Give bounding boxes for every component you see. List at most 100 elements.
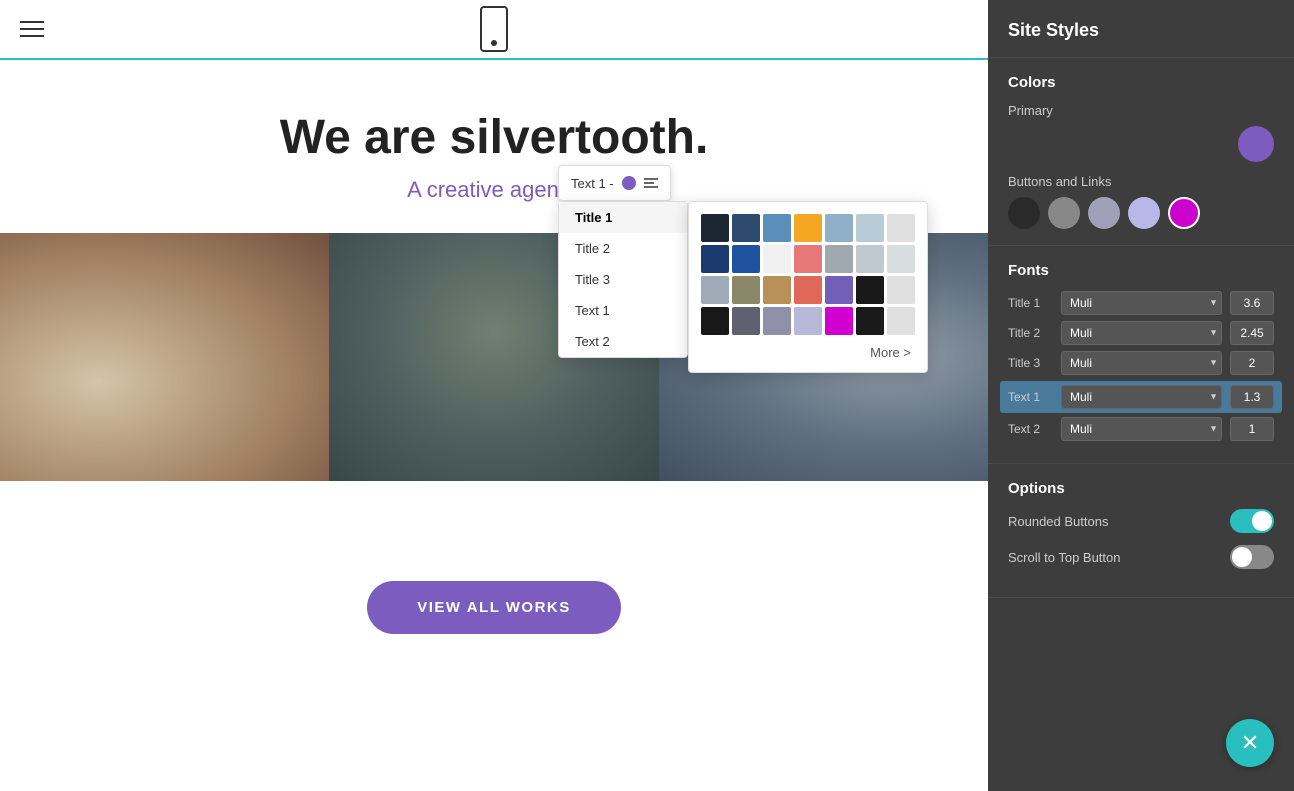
- palette-color-cell[interactable]: [794, 276, 822, 304]
- palette-color-cell[interactable]: [887, 245, 915, 273]
- fonts-section: Fonts Title 1 Muli ▾ Title 2 Muli ▾ Titl…: [988, 246, 1294, 464]
- more-colors-link[interactable]: More >: [701, 345, 915, 360]
- text-type-dropdown: Title 1 Title 2 Title 3 Text 1 Text 2: [558, 201, 688, 358]
- swatch-muted[interactable]: [1088, 197, 1120, 229]
- font-label-text2: Text 2: [1008, 422, 1053, 436]
- font-select-text1[interactable]: Muli: [1061, 385, 1222, 409]
- palette-color-cell[interactable]: [825, 245, 853, 273]
- palette-color-cell[interactable]: [763, 214, 791, 242]
- palette-color-cell[interactable]: [732, 307, 760, 335]
- text-selector-pill[interactable]: Text 1 -: [558, 165, 671, 201]
- font-row-text1: Text 1 Muli ▾: [1000, 381, 1282, 413]
- view-all-button[interactable]: VIEW ALL WORKS: [367, 581, 621, 634]
- text-color-dot: [622, 176, 636, 190]
- color-palette: More >: [688, 201, 928, 373]
- toggle-knob-scroll-to-top: [1232, 547, 1252, 567]
- palette-color-cell[interactable]: [732, 245, 760, 273]
- palette-grid: [701, 214, 915, 335]
- palette-color-cell[interactable]: [887, 307, 915, 335]
- dropdown-item-text1[interactable]: Text 1: [559, 295, 687, 326]
- toggle-rounded-buttons[interactable]: [1230, 509, 1274, 533]
- primary-color-swatch[interactable]: [1238, 126, 1274, 162]
- font-label-text1: Text 1: [1008, 390, 1053, 404]
- options-row-scroll-to-top: Scroll to Top Button: [1008, 545, 1274, 569]
- palette-color-cell[interactable]: [856, 214, 884, 242]
- close-fab-button[interactable]: ✕: [1226, 719, 1274, 767]
- palette-color-cell[interactable]: [701, 214, 729, 242]
- dropdown-item-title1[interactable]: Title 1: [559, 202, 687, 233]
- font-select-wrapper-title1: Muli ▾: [1061, 291, 1222, 315]
- buttons-links-label: Buttons and Links: [1008, 174, 1274, 189]
- dropdown-item-title2[interactable]: Title 2: [559, 233, 687, 264]
- colors-section: Colors Primary Buttons and Links: [988, 58, 1294, 246]
- mobile-preview-icon[interactable]: [480, 6, 508, 52]
- font-select-title1[interactable]: Muli: [1061, 291, 1222, 315]
- main-content: We are silvertooth. A creative agency VI…: [0, 0, 988, 791]
- palette-color-cell[interactable]: [856, 245, 884, 273]
- palette-color-cell[interactable]: [825, 276, 853, 304]
- palette-color-cell[interactable]: [856, 276, 884, 304]
- page-main-title: We are silvertooth.: [280, 110, 709, 165]
- toggle-knob-rounded-buttons: [1252, 511, 1272, 531]
- palette-color-cell[interactable]: [732, 214, 760, 242]
- palette-color-cell[interactable]: [825, 307, 853, 335]
- toggle-scroll-to-top[interactable]: [1230, 545, 1274, 569]
- primary-label: Primary: [1008, 103, 1274, 118]
- palette-color-cell[interactable]: [887, 214, 915, 242]
- palette-color-cell[interactable]: [763, 307, 791, 335]
- palette-color-cell[interactable]: [887, 276, 915, 304]
- right-panel: Site Styles Colors Primary Buttons and L…: [988, 0, 1294, 791]
- top-bar: [0, 0, 988, 60]
- font-select-text2[interactable]: Muli: [1061, 417, 1222, 441]
- options-label-rounded-buttons: Rounded Buttons: [1008, 514, 1108, 529]
- swatch-gray[interactable]: [1048, 197, 1080, 229]
- font-select-wrapper-text2: Muli ▾: [1061, 417, 1222, 441]
- palette-color-cell[interactable]: [825, 214, 853, 242]
- palette-color-cell[interactable]: [856, 307, 884, 335]
- font-size-title3[interactable]: [1230, 351, 1274, 375]
- palette-color-cell[interactable]: [732, 276, 760, 304]
- palette-color-cell[interactable]: [794, 245, 822, 273]
- font-row-text2: Text 2 Muli ▾: [1008, 417, 1274, 441]
- fonts-section-title: Fonts: [1008, 262, 1274, 279]
- font-label-title1: Title 1: [1008, 296, 1053, 310]
- text-style-dropdown-overlay: Text 1 - Title 1 Title 2 Title 3 Text 1 …: [558, 165, 671, 201]
- font-row-title1: Title 1 Muli ▾: [1008, 291, 1274, 315]
- font-label-title2: Title 2: [1008, 326, 1053, 340]
- image-desk: [0, 233, 329, 481]
- font-row-title3: Title 3 Muli ▾: [1008, 351, 1274, 375]
- options-section: Options Rounded Buttons Scroll to Top Bu…: [988, 464, 1294, 598]
- font-select-wrapper-text1: Muli ▾: [1061, 385, 1222, 409]
- swatch-light-purple[interactable]: [1128, 197, 1160, 229]
- swatch-magenta[interactable]: [1168, 197, 1200, 229]
- font-size-text2[interactable]: [1230, 417, 1274, 441]
- options-row-rounded-buttons: Rounded Buttons: [1008, 509, 1274, 533]
- font-select-wrapper-title3: Muli ▾: [1061, 351, 1222, 375]
- dropdown-item-text2[interactable]: Text 2: [559, 326, 687, 357]
- palette-color-cell[interactable]: [794, 307, 822, 335]
- colors-section-title: Colors: [1008, 74, 1274, 91]
- font-size-title1[interactable]: [1230, 291, 1274, 315]
- font-select-title3[interactable]: Muli: [1061, 351, 1222, 375]
- palette-color-cell[interactable]: [701, 276, 729, 304]
- font-select-wrapper-title2: Muli ▾: [1061, 321, 1222, 345]
- font-size-text1[interactable]: [1230, 385, 1274, 409]
- palette-color-cell[interactable]: [701, 245, 729, 273]
- dropdown-item-title3[interactable]: Title 3: [559, 264, 687, 295]
- panel-title: Site Styles: [988, 0, 1294, 58]
- align-icon: [644, 178, 658, 188]
- palette-color-cell[interactable]: [701, 307, 729, 335]
- swatch-dark[interactable]: [1008, 197, 1040, 229]
- palette-color-cell[interactable]: [763, 245, 791, 273]
- text-selector-label: Text 1 -: [571, 176, 614, 191]
- font-label-title3: Title 3: [1008, 356, 1053, 370]
- font-rows: Title 1 Muli ▾ Title 2 Muli ▾ Title 3 Mu…: [1008, 291, 1274, 441]
- options-rows: Rounded Buttons Scroll to Top Button: [1008, 509, 1274, 569]
- palette-color-cell[interactable]: [794, 214, 822, 242]
- options-label-scroll-to-top: Scroll to Top Button: [1008, 550, 1121, 565]
- font-row-title2: Title 2 Muli ▾: [1008, 321, 1274, 345]
- palette-color-cell[interactable]: [763, 276, 791, 304]
- font-select-title2[interactable]: Muli: [1061, 321, 1222, 345]
- font-size-title2[interactable]: [1230, 321, 1274, 345]
- hamburger-menu[interactable]: [20, 21, 44, 37]
